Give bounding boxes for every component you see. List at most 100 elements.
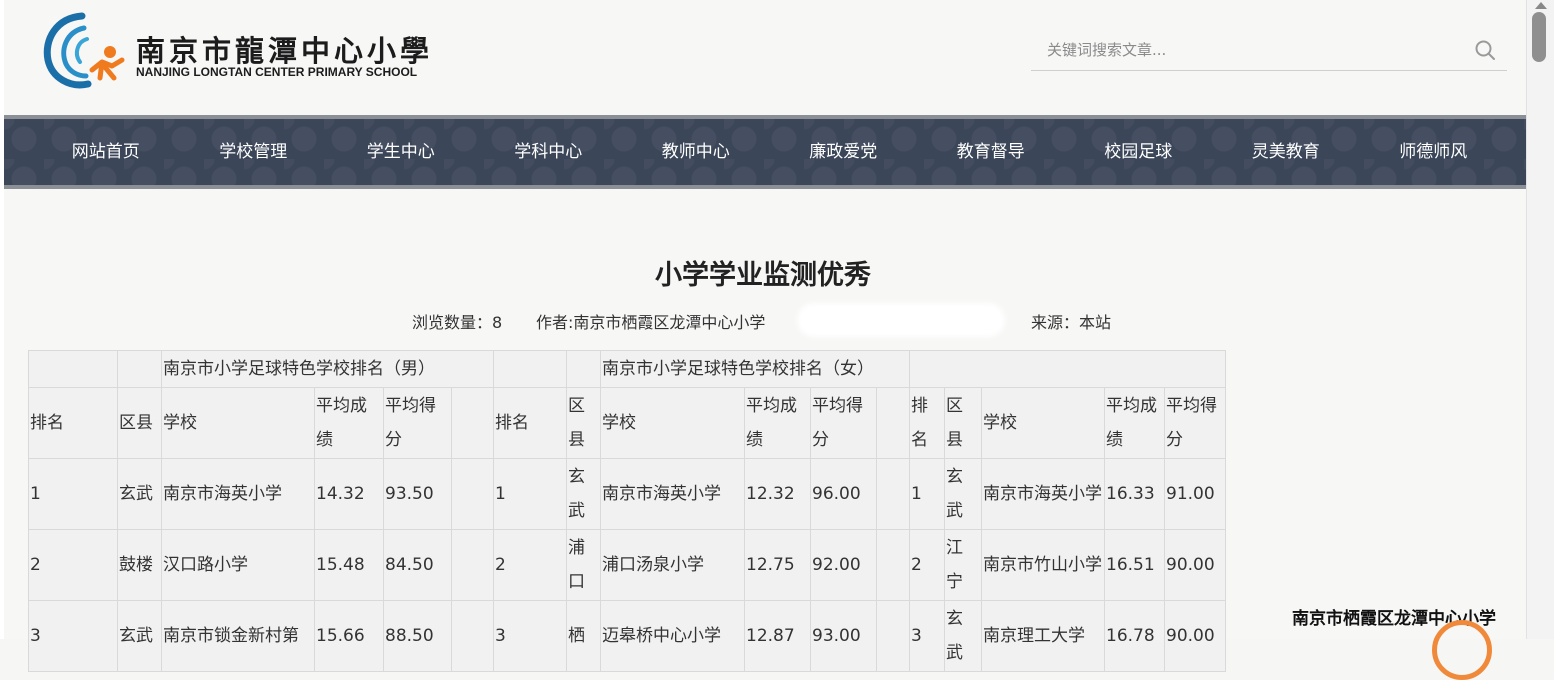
table-cell: 浦口 [566,529,601,601]
nav-item-campus-football[interactable]: 校园足球 [1065,119,1213,185]
table-cell: 鼓楼 [117,529,162,601]
table-cell: 15.48 [314,529,384,601]
table-cell: 16.33 [1104,458,1165,530]
article-views: 浏览数量：8 [412,309,502,333]
search-box [1031,28,1507,71]
table-row: 1 玄武 南京市海英小学 14.32 93.50 1 玄武 南京市海英小学 12… [28,458,1226,530]
nav-item-subject-center[interactable]: 学科中心 [475,119,623,185]
table-row: 3 玄武 南京市锁金新村第 15.66 88.50 3 栖 迈皋桥中心小学 12… [28,600,1226,672]
table-cell: 浦口汤泉小学 [600,529,745,601]
col-header-rank: 排名 [28,387,118,459]
nav-item-home[interactable]: 网站首页 [32,119,180,185]
table-cell: 玄武 [117,458,162,530]
floating-widget-icon[interactable] [1432,620,1492,680]
col-header-avg-score: 平均得分 [1164,387,1226,459]
table-cell: 14.32 [314,458,384,530]
article-author: 作者:南京市栖霞区龙潭中心小学 [536,309,765,333]
table-cell: 90.00 [1164,529,1226,601]
table-cell: 3 [493,600,567,672]
table-cell [493,350,567,388]
scrollbar-thumb[interactable] [1532,12,1546,62]
col-header-rank: 排名 [909,387,945,459]
table-cell: 91.00 [1164,458,1226,530]
table-cell: 92.00 [810,529,877,601]
col-header-avg-score: 平均得分 [383,387,452,459]
table-cell: 93.00 [810,600,877,672]
views-label: 浏览数量： [412,313,493,332]
table-cell: 栖 [566,600,601,672]
table-cell: 96.00 [810,458,877,530]
table-cell: 江宁 [944,529,982,601]
vertical-scrollbar[interactable] [1526,0,1554,639]
nav-item-lingmei-education[interactable]: 灵美教育 [1212,119,1360,185]
col-header-school: 学校 [161,387,315,459]
table-row: 2 鼓楼 汉口路小学 15.48 84.50 2 浦口 浦口汤泉小学 12.75… [28,529,1226,601]
table-cell: 16.78 [1104,600,1165,672]
table-cell [117,350,162,388]
group-title-girls: 南京市小学足球特色学校排名（女） [600,350,910,388]
table-column-header-row: 排名 区县 学校 平均成绩 平均得分 排名 区县 学校 平均成绩 平均得分 排名… [28,387,1226,459]
table-cell [876,600,910,672]
table-cell: 南京市竹山小学 [981,529,1105,601]
table-cell: 15.66 [314,600,384,672]
col-header-school: 学校 [600,387,745,459]
nav-item-teacher-center[interactable]: 教师中心 [622,119,770,185]
source-name: 本站 [1079,313,1112,332]
nav-item-school-management[interactable]: 学校管理 [180,119,328,185]
source-label: 来源： [1031,313,1080,332]
table-cell [451,529,494,601]
col-header-rank: 排名 [493,387,567,459]
table-cell [566,350,601,388]
table-cell [451,458,494,530]
author-name: 南京市栖霞区龙潭中心小学 [573,313,766,332]
nav-item-supervision[interactable]: 教育督导 [917,119,1065,185]
search-icon[interactable] [1473,38,1497,62]
col-header-avg-result: 平均成绩 [1104,387,1165,459]
table-cell: 玄武 [566,458,601,530]
table-cell: 玄武 [944,458,982,530]
table-cell: 12.75 [744,529,811,601]
table-group-header-row: 南京市小学足球特色学校排名（男） 南京市小学足球特色学校排名（女） [28,350,1226,388]
article-title: 小学学业监测优秀 [655,260,871,291]
col-header-school: 学校 [981,387,1105,459]
nav-item-integrity[interactable]: 廉政爱党 [770,119,918,185]
table-cell: 迈皋桥中心小学 [600,600,745,672]
group-title-boys: 南京市小学足球特色学校排名（男） [161,350,494,388]
table-cell: 南京市海英小学 [161,458,315,530]
table-cell [28,350,118,388]
table-cell: 2 [909,529,945,601]
table-cell: 1 [28,458,118,530]
nav-item-teacher-ethics[interactable]: 师德师风 [1360,119,1508,185]
table-cell: 南京市海英小学 [600,458,745,530]
school-name-cn: 南京市龍潭中心小學 [136,34,434,68]
table-cell: 3 [909,600,945,672]
school-logo[interactable]: 南京市龍潭中心小學 NANJING LONGTAN CENTER PRIMARY… [42,10,442,90]
table-cell: 2 [28,529,118,601]
col-header-district: 区县 [566,387,601,459]
table-cell: 16.51 [1104,529,1165,601]
col-header-district: 区县 [117,387,162,459]
table-cell: 南京市锁金新村第 [161,600,315,672]
search-input[interactable] [1045,36,1449,64]
table-cell: 南京理工大学 [981,600,1105,672]
school-emblem-icon [43,12,125,89]
article-source: 来源：本站 [1031,309,1111,333]
table-cell: 玄武 [944,600,982,672]
nav-item-student-center[interactable]: 学生中心 [327,119,475,185]
table-cell: 90.00 [1164,600,1226,672]
table-cell [876,387,910,459]
table-cell: 3 [28,600,118,672]
table-cell [909,350,1226,388]
table-cell: 84.50 [383,529,452,601]
table-cell: 2 [493,529,567,601]
table-cell: 1 [493,458,567,530]
table-cell: 93.50 [383,458,452,530]
table-cell: 汉口路小学 [161,529,315,601]
col-header-avg-result: 平均成绩 [744,387,811,459]
views-count: 8 [492,313,503,332]
school-name-en: NANJING LONGTAN CENTER PRIMARY SCHOOL [136,65,418,79]
author-label: 作者: [536,313,574,332]
table-cell [451,387,494,459]
scroll-up-arrow-icon[interactable] [1535,2,1547,9]
table-cell: 88.50 [383,600,452,672]
